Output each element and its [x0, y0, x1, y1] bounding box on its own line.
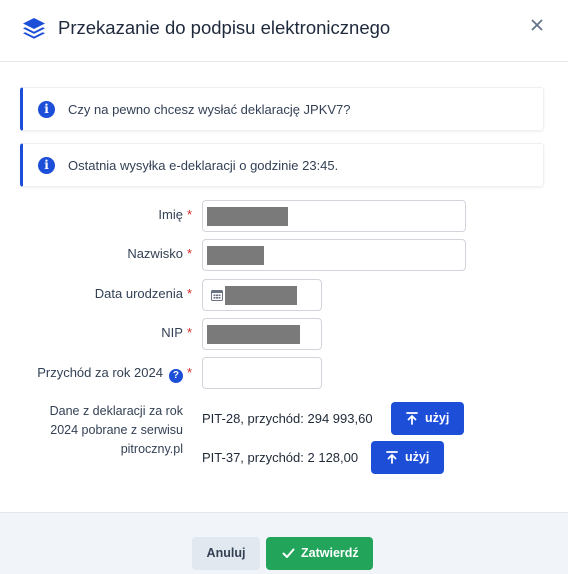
- upload-icon: [386, 451, 398, 464]
- required-mark: *: [186, 207, 192, 222]
- pit-28-text: PIT-28, przychód: 294 993,60: [202, 411, 373, 426]
- last-send-alert: i Ostatnia wysyłka e-deklaracji o godzin…: [20, 143, 544, 187]
- pit-37-text: PIT-37, przychód: 2 128,00: [202, 450, 359, 465]
- declarations-source-label: Dane z deklaracji za rok 2024 pobrane z …: [49, 404, 183, 456]
- use-button-label: użyj: [425, 411, 450, 425]
- first-name-label-text: Imię: [158, 207, 183, 222]
- alert-text: Ostatnia wysyłka e-deklaracji o godzinie…: [68, 158, 339, 173]
- alert-text: Czy na pewno chcesz wysłać deklarację JP…: [68, 102, 351, 117]
- info-icon: i: [38, 157, 55, 174]
- help-icon[interactable]: ?: [168, 369, 183, 383]
- cancel-button[interactable]: Anuluj: [192, 537, 260, 570]
- redacted-value: [225, 286, 297, 305]
- required-mark: *: [186, 286, 192, 301]
- last-name-label-text: Nazwisko: [127, 246, 183, 261]
- dialog-title: Przekazanie do podpisu elektronicznego: [58, 17, 391, 38]
- confirm-button[interactable]: Zatwierdź: [266, 537, 373, 570]
- income-label: Przychód za rok 2024? *: [37, 365, 192, 383]
- redacted-value: [207, 207, 288, 226]
- check-icon: [282, 548, 295, 558]
- required-mark: *: [186, 325, 192, 340]
- use-button-label: użyj: [405, 450, 430, 464]
- redacted-value: [207, 325, 300, 344]
- nip-input[interactable]: [202, 318, 322, 350]
- first-name-input[interactable]: [202, 200, 466, 232]
- layers-icon: [23, 18, 45, 39]
- dialog-footer: Anuluj Zatwierdź: [0, 512, 568, 574]
- confirm-alert: i Czy na pewno chcesz wysłać deklarację …: [20, 87, 544, 131]
- income-input[interactable]: [202, 357, 322, 389]
- required-mark: *: [186, 365, 192, 380]
- use-pit-37-button[interactable]: użyj: [371, 441, 444, 474]
- nip-label: NIP *: [161, 325, 192, 341]
- confirm-button-label: Zatwierdź: [301, 546, 359, 560]
- dialog-header: Przekazanie do podpisu elektronicznego: [0, 0, 568, 62]
- use-pit-28-button[interactable]: użyj: [391, 402, 464, 435]
- nip-label-text: NIP: [161, 325, 183, 340]
- birth-date-input[interactable]: [202, 279, 322, 311]
- income-label-text: Przychód za rok 2024: [37, 365, 163, 380]
- birth-date-label-text: Data urodzenia: [94, 286, 183, 301]
- birth-date-label: Data urodzenia *: [95, 286, 192, 302]
- close-icon[interactable]: [528, 16, 546, 34]
- last-name-input[interactable]: [202, 239, 466, 271]
- upload-icon: [406, 412, 418, 425]
- first-name-label: Imię *: [158, 207, 192, 223]
- redacted-value: [207, 246, 264, 265]
- calendar-icon: [211, 290, 223, 301]
- required-mark: *: [186, 246, 192, 261]
- dialog: Przekazanie do podpisu elektronicznego i…: [0, 0, 568, 574]
- last-name-label: Nazwisko *: [127, 246, 192, 262]
- info-icon: i: [38, 101, 55, 118]
